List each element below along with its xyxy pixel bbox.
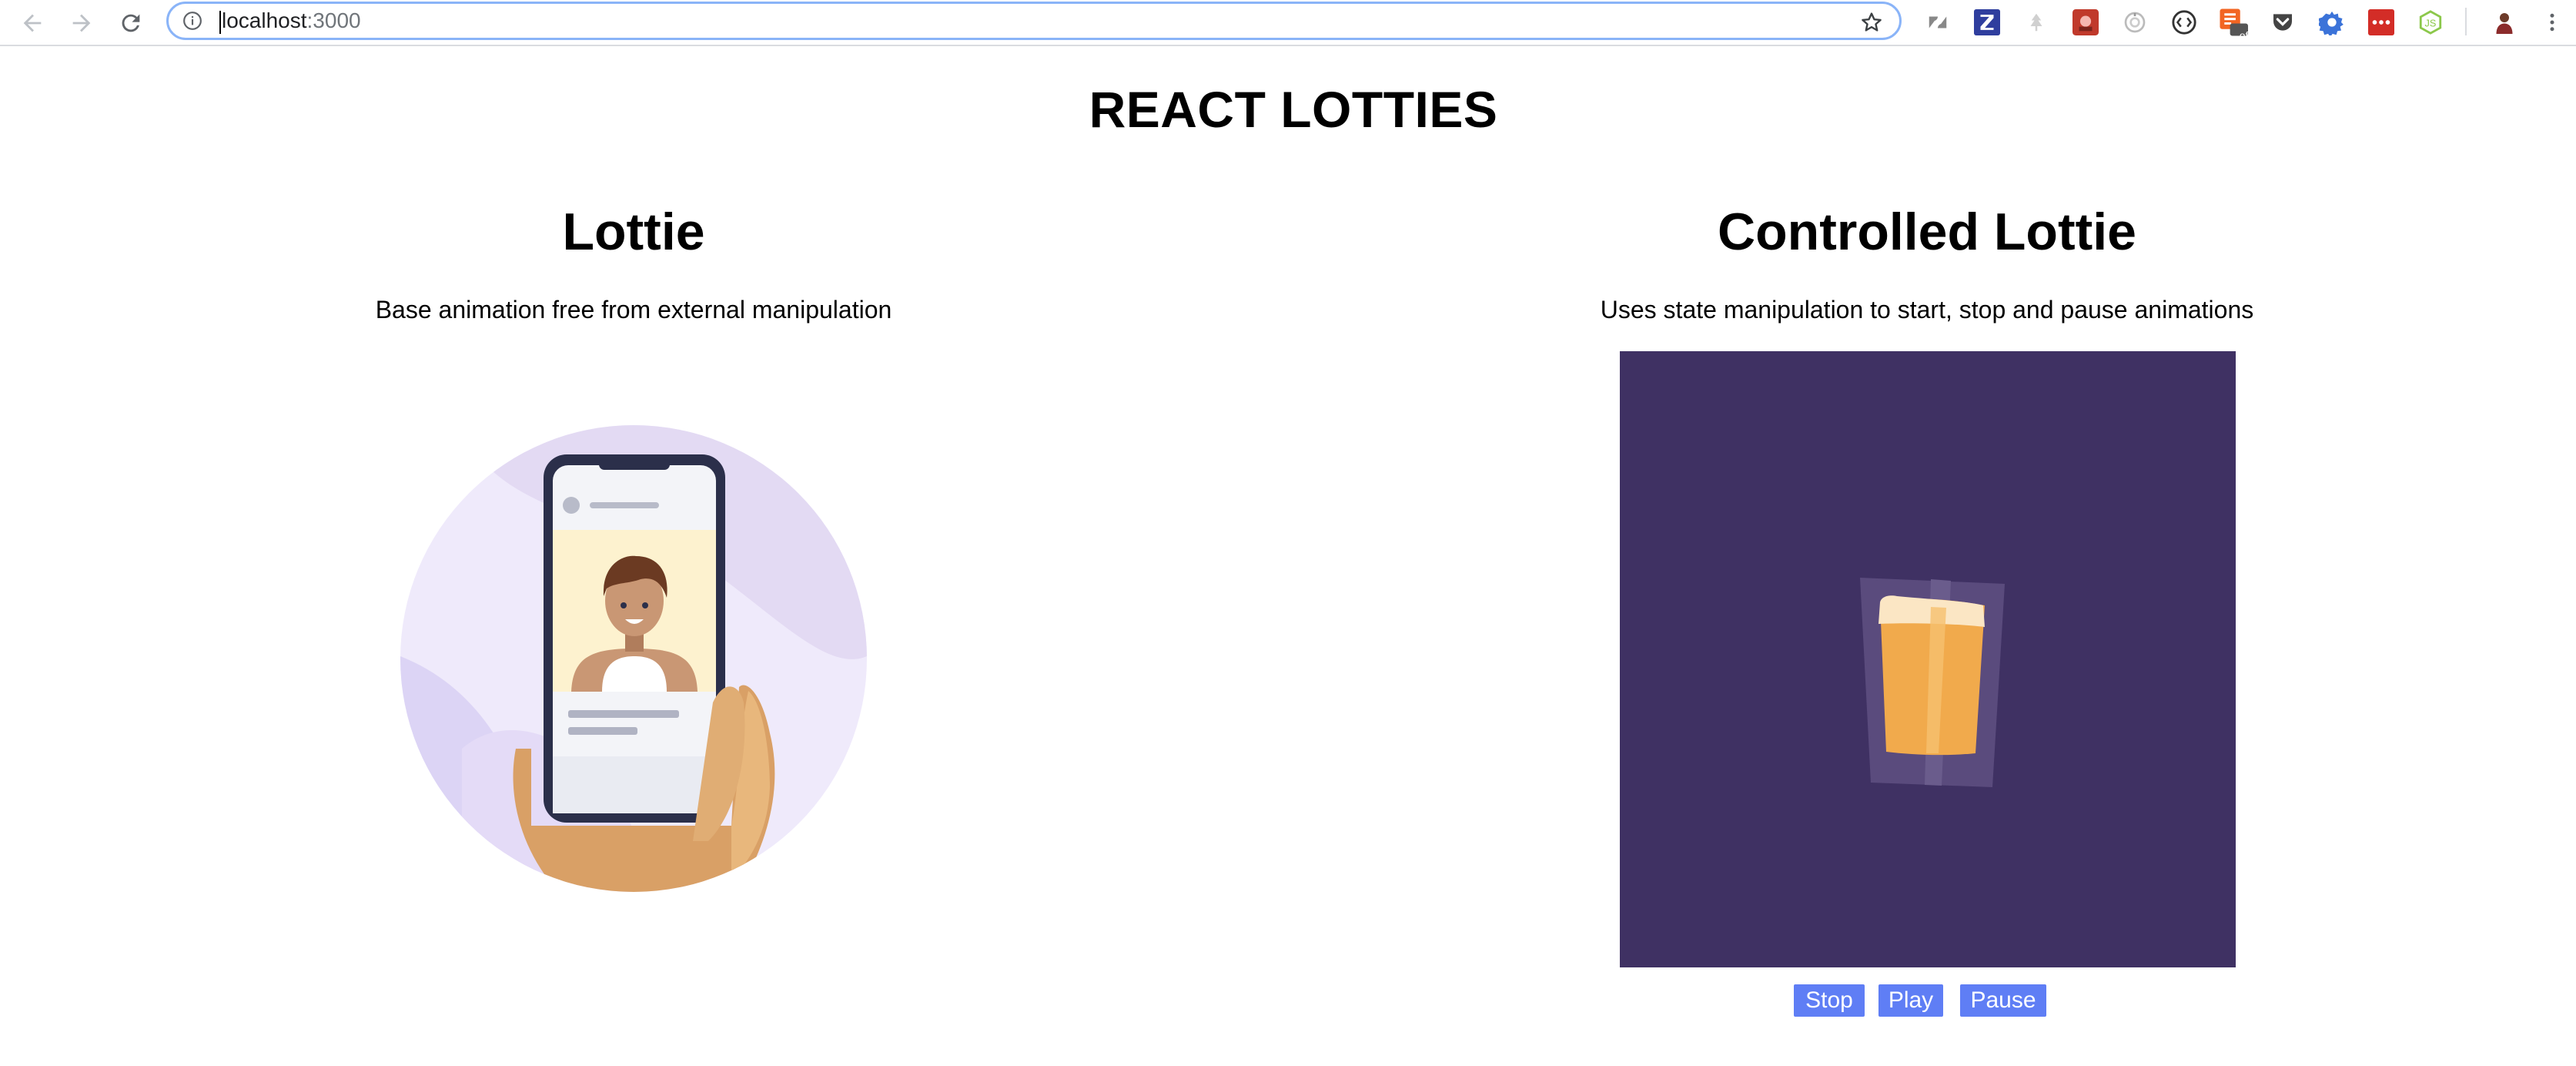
off-badge: off <box>2239 29 2251 42</box>
off-extension-icon[interactable]: off <box>2219 8 2251 42</box>
lottie-title: Lottie <box>562 203 705 261</box>
lottie-description: Base animation free from external manipu… <box>375 296 892 323</box>
avatar[interactable] <box>2490 8 2519 37</box>
url-port: :3000 <box>306 8 361 32</box>
star-icon[interactable] <box>1859 10 1884 35</box>
pause-button[interactable]: Pause <box>1960 984 2046 1017</box>
clock-extension-icon[interactable] <box>2120 8 2149 37</box>
z-extension-icon[interactable] <box>1972 8 2002 37</box>
info-icon[interactable] <box>182 11 202 31</box>
back-arrow-icon[interactable] <box>15 6 49 40</box>
page-title: REACT LOTTIES <box>1089 81 1498 138</box>
toolbar-divider <box>2465 8 2467 35</box>
controlled-lottie-description: Uses state manipulation to start, stop a… <box>1600 296 2254 323</box>
nodejs-extension-icon[interactable]: JS <box>2416 8 2445 37</box>
address-bar[interactable]: localhost:3000 <box>166 2 1902 40</box>
lastpass-extension-icon[interactable] <box>2367 8 2396 37</box>
zendesk-extension-icon[interactable] <box>1923 8 1952 37</box>
pocket-extension-icon[interactable] <box>2268 8 2297 37</box>
menu-kebab-icon[interactable] <box>2538 8 2567 37</box>
tree-extension-icon[interactable] <box>2022 8 2051 37</box>
play-button[interactable]: Play <box>1878 984 1943 1017</box>
devtools-extension-icon[interactable] <box>2170 8 2199 37</box>
base-lottie-animation <box>400 425 867 892</box>
controlled-lottie-animation <box>1620 351 2236 967</box>
url-host: localhost <box>222 8 307 32</box>
gear-extension-icon[interactable] <box>2317 8 2347 37</box>
stop-button[interactable]: Stop <box>1794 984 1865 1017</box>
red-extension-icon[interactable] <box>2071 8 2100 37</box>
browser-toolbar: localhost:3000 off JS <box>0 0 2576 46</box>
reload-icon[interactable] <box>114 6 148 40</box>
url-text[interactable]: localhost:3000 <box>219 4 361 38</box>
forward-arrow-icon[interactable] <box>65 6 99 40</box>
svg-text:JS: JS <box>2425 18 2437 29</box>
controlled-lottie-title: Controlled Lottie <box>1718 203 2136 261</box>
